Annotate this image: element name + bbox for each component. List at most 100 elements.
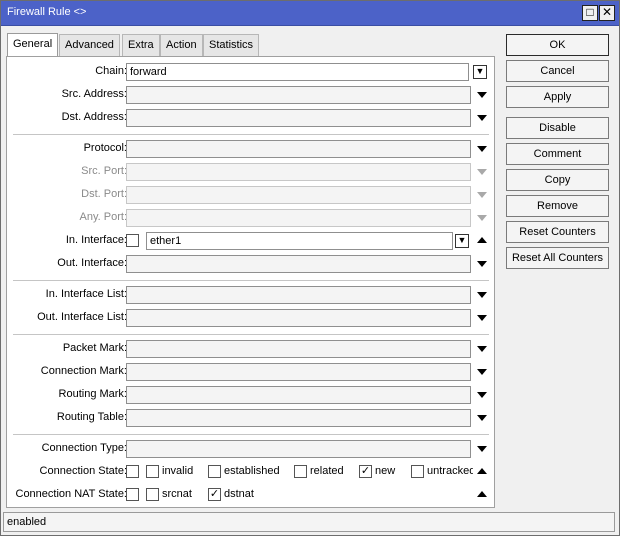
- divider: [13, 334, 489, 335]
- connection-state-collapse-icon[interactable]: [477, 468, 487, 474]
- src-port-label: Src. Port:: [81, 165, 127, 177]
- routing-mark-field[interactable]: [126, 386, 471, 404]
- connection-type-dropdown-icon[interactable]: [477, 446, 487, 452]
- close-icon[interactable]: ✕: [599, 5, 615, 21]
- connection-mark-row: Connection Mark:: [7, 361, 494, 384]
- routing-mark-label: Routing Mark:: [58, 388, 127, 400]
- state-invalid-label: invalid: [162, 465, 194, 477]
- src-port-row: Src. Port:: [7, 161, 494, 184]
- nat-state-srcnat-label: srcnat: [162, 488, 192, 500]
- in-interface-dropdown-icon[interactable]: ▼: [455, 234, 469, 248]
- out-interface-list-field[interactable]: [126, 309, 471, 327]
- reset-all-counters-button[interactable]: Reset All Counters: [506, 247, 609, 269]
- tab-general[interactable]: General: [7, 33, 59, 56]
- connection-mark-dropdown-icon[interactable]: [477, 369, 487, 375]
- tab-extra[interactable]: Extra: [122, 34, 160, 56]
- chain-row: Chain: forward ▼: [7, 61, 494, 84]
- status-text: enabled: [7, 516, 47, 528]
- dst-address-label: Dst. Address:: [61, 111, 127, 123]
- state-invalid-checkbox[interactable]: [146, 465, 159, 478]
- connection-nat-state-collapse-icon[interactable]: [477, 491, 487, 497]
- nat-state-negate-checkbox[interactable]: [126, 488, 139, 501]
- packet-mark-dropdown-icon[interactable]: [477, 346, 487, 352]
- connection-type-field[interactable]: [126, 440, 471, 458]
- title-bar[interactable]: Firewall Rule <> □ ✕: [1, 1, 619, 26]
- nat-state-dstnat-checkbox[interactable]: ✓: [208, 488, 221, 501]
- protocol-row: Protocol:: [7, 138, 494, 161]
- dst-address-row: Dst. Address:: [7, 107, 494, 130]
- remove-button[interactable]: Remove: [506, 195, 609, 217]
- in-interface-list-dropdown-icon[interactable]: [477, 292, 487, 298]
- state-untracked-checkbox[interactable]: [411, 465, 424, 478]
- routing-table-field[interactable]: [126, 409, 471, 427]
- connection-type-row: Connection Type:: [7, 438, 494, 461]
- in-interface-list-row: In. Interface List:: [7, 284, 494, 307]
- divider: [13, 434, 489, 435]
- protocol-field[interactable]: [126, 140, 471, 158]
- packet-mark-field[interactable]: [126, 340, 471, 358]
- connection-mark-field[interactable]: [126, 363, 471, 381]
- state-related-label: related: [310, 465, 344, 477]
- restore-icon[interactable]: □: [582, 5, 598, 21]
- routing-table-label: Routing Table:: [56, 411, 127, 423]
- nat-state-srcnat-checkbox[interactable]: [146, 488, 159, 501]
- disable-button[interactable]: Disable: [506, 117, 609, 139]
- routing-table-row: Routing Table:: [7, 407, 494, 430]
- routing-table-dropdown-icon[interactable]: [477, 415, 487, 421]
- tab-advanced[interactable]: Advanced: [59, 34, 120, 56]
- src-address-label: Src. Address:: [61, 88, 127, 100]
- any-port-field: [126, 209, 471, 227]
- out-interface-list-row: Out. Interface List:: [7, 307, 494, 330]
- in-interface-negate-checkbox[interactable]: [126, 234, 139, 247]
- nat-state-dstnat-label: dstnat: [224, 488, 254, 500]
- status-bar: enabled: [3, 512, 615, 532]
- general-panel: Chain: forward ▼ Src. Address: Dst. Addr…: [6, 56, 495, 508]
- routing-mark-dropdown-icon[interactable]: [477, 392, 487, 398]
- packet-mark-label: Packet Mark:: [62, 342, 127, 354]
- divider: [13, 280, 489, 281]
- connection-state-row: Connection State: invalid established re…: [7, 461, 494, 484]
- dst-port-field: [126, 186, 471, 204]
- out-interface-label: Out. Interface:: [57, 257, 127, 269]
- apply-button[interactable]: Apply: [506, 86, 609, 108]
- in-interface-list-field[interactable]: [126, 286, 471, 304]
- src-address-field[interactable]: [126, 86, 471, 104]
- in-interface-collapse-icon[interactable]: [477, 237, 487, 243]
- window-title: Firewall Rule <>: [7, 6, 87, 18]
- dst-port-label: Dst. Port:: [81, 188, 127, 200]
- protocol-dropdown-icon[interactable]: [477, 146, 487, 152]
- any-port-row: Any. Port:: [7, 207, 494, 230]
- ok-button[interactable]: OK: [506, 34, 609, 56]
- chain-dropdown-icon[interactable]: ▼: [473, 65, 487, 79]
- out-interface-row: Out. Interface:: [7, 253, 494, 276]
- state-established-checkbox[interactable]: [208, 465, 221, 478]
- state-new-checkbox[interactable]: ✓: [359, 465, 372, 478]
- connection-nat-state-label: Connection NAT State:: [15, 488, 128, 500]
- out-interface-field[interactable]: [126, 255, 471, 273]
- connection-type-label: Connection Type:: [41, 442, 127, 454]
- in-interface-row: In. Interface: ether1 ▼: [7, 230, 494, 253]
- cancel-button[interactable]: Cancel: [506, 60, 609, 82]
- dst-address-dropdown-icon[interactable]: [477, 115, 487, 121]
- src-address-dropdown-icon[interactable]: [477, 92, 487, 98]
- copy-button[interactable]: Copy: [506, 169, 609, 191]
- chain-field[interactable]: forward: [126, 63, 469, 81]
- dst-address-field[interactable]: [126, 109, 471, 127]
- state-related-checkbox[interactable]: [294, 465, 307, 478]
- comment-button[interactable]: Comment: [506, 143, 609, 165]
- firewall-rule-window: Firewall Rule <> □ ✕ General Advanced Ex…: [0, 0, 620, 536]
- any-port-label: Any. Port:: [79, 211, 127, 223]
- tab-action[interactable]: Action: [160, 34, 203, 56]
- state-untracked-label: untracked: [427, 465, 473, 477]
- in-interface-field[interactable]: ether1: [146, 232, 453, 250]
- state-established-label: established: [224, 465, 280, 477]
- connection-state-negate-checkbox[interactable]: [126, 465, 139, 478]
- out-interface-dropdown-icon[interactable]: [477, 261, 487, 267]
- reset-counters-button[interactable]: Reset Counters: [506, 221, 609, 243]
- src-address-row: Src. Address:: [7, 84, 494, 107]
- src-port-field: [126, 163, 471, 181]
- out-interface-list-dropdown-icon[interactable]: [477, 315, 487, 321]
- chain-label: Chain:: [95, 65, 127, 77]
- state-new-label: new: [375, 465, 396, 477]
- tab-statistics[interactable]: Statistics: [203, 34, 260, 56]
